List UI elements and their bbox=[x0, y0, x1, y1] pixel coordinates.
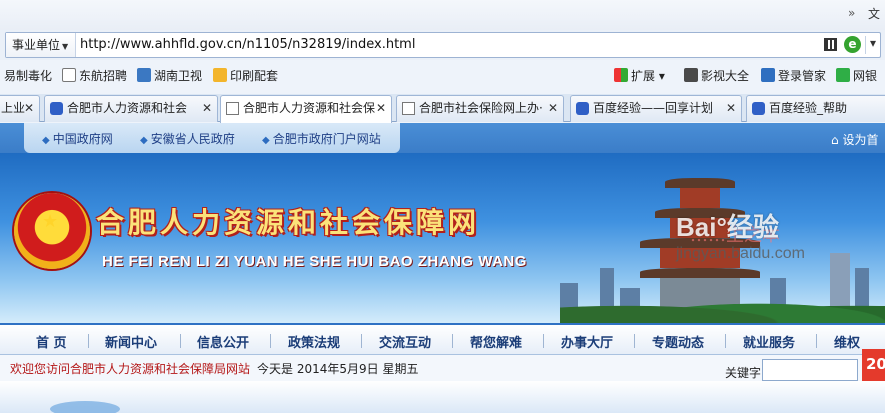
browser-tab[interactable]: 合肥市人力资源和社会 ✕ bbox=[44, 95, 218, 122]
year-badge: 20 bbox=[862, 349, 885, 381]
ie-compat-icon[interactable]: e bbox=[844, 36, 861, 53]
favorite-item[interactable]: 扩展 ▾ bbox=[614, 67, 665, 85]
page-icon bbox=[402, 102, 415, 115]
favorite-item[interactable]: 易制毒化 bbox=[4, 67, 52, 85]
nav-topics[interactable]: 专题动态 bbox=[652, 332, 704, 351]
site-subtitle: HE FEI REN LI ZI YUAN HE SHE HUI BAO ZHA… bbox=[102, 253, 527, 270]
print-icon bbox=[213, 68, 227, 82]
nav-employment[interactable]: 就业服务 bbox=[743, 332, 795, 351]
main-nav: 首 页 新闻中心 信息公开 政策法规 交流互动 帮您解难 办事大厅 专题动态 就… bbox=[0, 323, 885, 355]
welcome-bar: 欢迎您访问合肥市人力资源和社会保障局网站 今天是 2014年5月9日 星期五 关… bbox=[0, 349, 885, 381]
set-homepage-link[interactable]: ⌂ 设为首 bbox=[831, 131, 878, 148]
link-anhui-gov[interactable]: ◆ 安徽省人民政府 bbox=[140, 130, 235, 147]
keyword-search-input[interactable] bbox=[762, 359, 858, 381]
key-icon bbox=[761, 68, 775, 82]
address-row: 事业单位 ▼ http://www.ahhfld.gov.cn/n1105/n32… bbox=[0, 30, 885, 60]
nav-home[interactable]: 首 页 bbox=[36, 332, 67, 351]
bank-icon bbox=[836, 68, 850, 82]
close-icon[interactable]: ✕ bbox=[726, 96, 736, 121]
nav-service-hall[interactable]: 办事大厅 bbox=[561, 332, 613, 351]
baidu-jingyan-url-watermark: jingyan.baidu.com bbox=[676, 245, 805, 262]
close-icon[interactable]: ✕ bbox=[24, 96, 34, 121]
nav-policy[interactable]: 政策法规 bbox=[288, 332, 340, 351]
top-right-menu[interactable]: 文 bbox=[868, 5, 880, 22]
close-icon[interactable]: ✕ bbox=[548, 96, 558, 121]
url-field[interactable]: http://www.ahhfld.gov.cn/n1105/n32819/in… bbox=[80, 33, 415, 57]
national-emblem-icon: ★ bbox=[14, 193, 90, 269]
tab-strip: 上业 ✕ 合肥市人力资源和社会 ✕ 合肥市人力资源和社会保 ✕ 合肥市社会保险网… bbox=[0, 94, 885, 123]
address-divider bbox=[865, 36, 866, 54]
address-bar[interactable]: 事业单位 ▼ http://www.ahhfld.gov.cn/n1105/n32… bbox=[5, 32, 881, 58]
browser-tab[interactable]: 合肥市社会保险网上办· ✕ bbox=[396, 95, 564, 122]
favorite-item[interactable]: 网银 bbox=[836, 67, 877, 85]
favorite-item[interactable]: 影视大全 bbox=[684, 67, 749, 85]
qr-code-icon[interactable] bbox=[824, 38, 837, 51]
link-hefei-portal[interactable]: ◆ 合肥市政府门户网站 bbox=[262, 130, 381, 147]
browser-tab[interactable]: 百度经验_帮助 bbox=[746, 95, 885, 122]
trees-image bbox=[560, 293, 885, 323]
video-icon bbox=[684, 68, 698, 82]
browser-top-strip: » 文 bbox=[0, 0, 885, 30]
web-page: ◆ 中国政府网 ◆ 安徽省人民政府 ◆ 合肥市政府门户网站 ⌂ 设为首 ★ 合肥人力资… bbox=[0, 123, 885, 413]
close-icon[interactable]: ✕ bbox=[202, 96, 212, 121]
address-dropdown-chevron-icon[interactable]: ▾ bbox=[870, 36, 876, 50]
welcome-message: 欢迎您访问合肥市人力资源和社会保障局网站 bbox=[10, 362, 251, 376]
page-icon bbox=[62, 68, 76, 82]
extensions-icon bbox=[614, 68, 628, 82]
baidu-paw-icon bbox=[50, 102, 63, 115]
diamond-icon: ◆ bbox=[42, 135, 50, 146]
favorite-item[interactable]: 印刷配套 bbox=[213, 67, 278, 85]
nav-help[interactable]: 帮您解难 bbox=[470, 332, 522, 351]
page-icon bbox=[226, 102, 239, 115]
nav-news[interactable]: 新闻中心 bbox=[105, 332, 157, 351]
current-date: 今天是 2014年5月9日 星期五 bbox=[257, 362, 419, 376]
nav-info[interactable]: 信息公开 bbox=[197, 332, 249, 351]
favorite-item[interactable]: 东航招聘 bbox=[62, 67, 127, 85]
baidu-paw-icon bbox=[576, 102, 589, 115]
address-category-label: 事业单位 bbox=[12, 38, 61, 52]
more-chevron-icon[interactable]: » bbox=[848, 6, 855, 20]
diamond-icon: ◆ bbox=[140, 135, 148, 146]
site-top-links: ◆ 中国政府网 ◆ 安徽省人民政府 ◆ 合肥市政府门户网站 ⌂ 设为首 bbox=[0, 123, 885, 153]
address-category-dropdown[interactable]: 事业单位 ▼ bbox=[6, 33, 76, 57]
favorite-item[interactable]: 登录管家 bbox=[761, 67, 826, 85]
nav-interaction[interactable]: 交流互动 bbox=[379, 332, 431, 351]
site-title: 合肥人力资源和社会保障网 bbox=[96, 206, 481, 239]
home-icon: ⌂ bbox=[831, 133, 843, 147]
browser-tab[interactable]: 上业 ✕ bbox=[0, 95, 40, 122]
decorative-swoosh bbox=[50, 401, 120, 413]
chevron-down-icon: ▼ bbox=[62, 42, 69, 51]
close-icon[interactable]: ✕ bbox=[376, 96, 386, 121]
favorites-bar: 易制毒化 东航招聘 湖南卫视 印刷配套 扩展 ▾ 影视大全 登录管家 网银 bbox=[0, 62, 885, 90]
browser-tab-active[interactable]: 合肥市人力资源和社会保 ✕ bbox=[220, 95, 392, 123]
favorite-item[interactable]: 湖南卫视 bbox=[137, 67, 202, 85]
tv-icon bbox=[137, 68, 151, 82]
lower-content bbox=[0, 381, 885, 413]
nav-rights[interactable]: 维权 bbox=[834, 332, 860, 351]
baidu-paw-icon bbox=[752, 102, 765, 115]
browser-tab[interactable]: 百度经验——回享计划 ✕ bbox=[570, 95, 742, 122]
baidu-jingyan-watermark: Bai°经验 bbox=[676, 212, 779, 242]
link-china-gov[interactable]: ◆ 中国政府网 bbox=[42, 130, 113, 147]
diamond-icon: ◆ bbox=[262, 135, 270, 146]
